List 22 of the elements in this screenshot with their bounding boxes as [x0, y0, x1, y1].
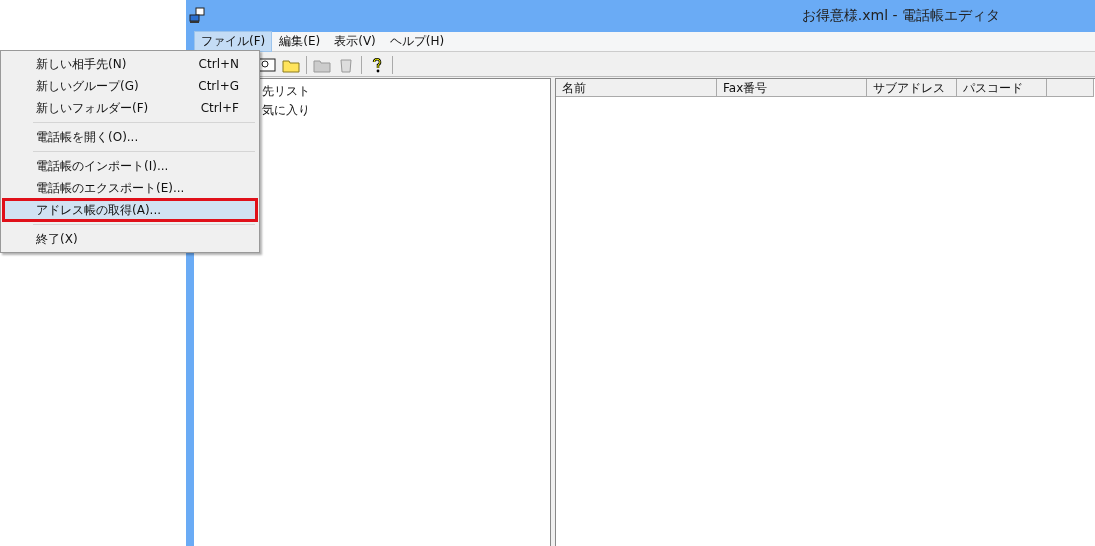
menu-item[interactable]: 新しい相手先(N) Ctrl+N	[3, 53, 257, 75]
shortcut-label: Ctrl+F	[200, 101, 239, 115]
column-header[interactable]: 名前	[556, 79, 717, 97]
column-header[interactable]: パスコード	[957, 79, 1047, 97]
menu-item[interactable]: 電話帳のインポート(I)...	[3, 155, 257, 177]
menu-item[interactable]: 表示(V)	[327, 31, 383, 52]
shortcut-label: Ctrl+N	[198, 57, 239, 71]
menu-item[interactable]: 編集(E)	[272, 31, 328, 52]
tree-item[interactable]: 先リスト	[258, 83, 550, 100]
column-header[interactable]: Fax番号	[717, 79, 867, 97]
menu-item[interactable]: 電話帳を開く(O)...	[3, 126, 257, 148]
menu-item[interactable]: 新しいフォルダー(F) Ctrl+F	[3, 97, 257, 119]
tree-item[interactable]: 気に入り	[258, 102, 550, 119]
menu-item[interactable]: 終了(X)	[3, 228, 257, 250]
menu-item[interactable]: アドレス帳の取得(A)...	[3, 199, 257, 221]
window-title: お得意様.xml - 電話帳エディタ	[801, 7, 1000, 25]
menu-item[interactable]: ファイル(F)	[194, 31, 273, 52]
column-header[interactable]: サブアドレス	[867, 79, 957, 97]
menu-item[interactable]: ヘルプ(H)	[382, 31, 452, 52]
menu-item[interactable]: 新しいグループ(G) Ctrl+G	[3, 75, 257, 97]
menu-item[interactable]: 電話帳のエクスポート(E)...	[3, 177, 257, 199]
shortcut-label: Ctrl+G	[198, 79, 239, 93]
